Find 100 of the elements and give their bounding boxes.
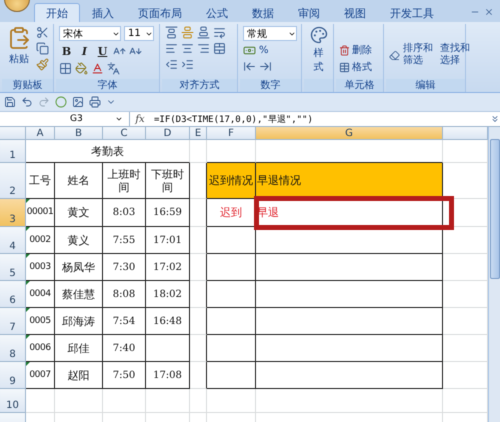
- cell-text: 上班时间: [106, 168, 142, 194]
- cell-action-button[interactable]: 删除: [339, 43, 372, 57]
- table-cell[interactable]: 17:01: [146, 227, 190, 254]
- table-cell[interactable]: 迟到: [207, 199, 256, 227]
- group-label: 对齐方式: [162, 79, 237, 92]
- formula-field[interactable]: =IF(D3<TIME(17,0,0),"早退",""): [150, 112, 490, 126]
- table-cell[interactable]: 17:08: [146, 362, 190, 389]
- table-cell[interactable]: 16:48: [146, 308, 190, 335]
- table-cell[interactable]: 7:40: [103, 335, 146, 362]
- column-header[interactable]: A: [26, 127, 55, 140]
- text-style-button[interactable]: U: [95, 44, 110, 59]
- column-header[interactable]: B: [55, 127, 103, 140]
- table-cell[interactable]: 黄文: [55, 199, 103, 227]
- cell-text: 0006: [29, 342, 51, 354]
- column-header[interactable]: D: [146, 127, 190, 140]
- table-cell[interactable]: 17:02: [146, 254, 190, 281]
- cell-text: 蔡佳慧: [62, 288, 95, 300]
- row-header[interactable]: 4: [0, 227, 26, 254]
- cell-text: 黄义: [68, 234, 90, 246]
- cell-text: 8:08: [112, 288, 136, 300]
- row-header[interactable]: 9: [0, 362, 26, 389]
- column-header[interactable]: E: [190, 127, 207, 140]
- edit-action-button[interactable]: 排序和筛选: [403, 43, 437, 67]
- table-cell[interactable]: 姓名: [55, 163, 103, 199]
- table-cell[interactable]: 黄义: [55, 227, 103, 254]
- percent-button[interactable]: %: [259, 45, 269, 56]
- group-label: 剪贴板: [2, 79, 53, 92]
- font-size-select[interactable]: 11: [124, 26, 154, 41]
- table-cell[interactable]: 7:55: [103, 227, 146, 254]
- row-header[interactable]: 7: [0, 308, 26, 335]
- ribbon-tab[interactable]: 开始: [34, 3, 80, 22]
- table-cell[interactable]: 0004: [26, 281, 55, 308]
- table-cell[interactable]: 0003: [26, 254, 55, 281]
- ribbon-tab[interactable]: 公式: [194, 3, 240, 22]
- number-format-select[interactable]: 常规: [243, 26, 297, 41]
- group-label: 单元格: [336, 79, 383, 92]
- table-cell[interactable]: 工号: [26, 163, 55, 199]
- row-header[interactable]: 8: [0, 335, 26, 362]
- cell-text: 7:40: [112, 342, 136, 354]
- table-cell[interactable]: 7:50: [103, 362, 146, 389]
- cell-text: 17:02: [153, 260, 182, 274]
- table-cell[interactable]: 迟到情况: [207, 163, 256, 199]
- table-cell[interactable]: 16:59: [146, 199, 190, 227]
- table-cell[interactable]: 8:03: [103, 199, 146, 227]
- styles-button[interactable]: 样式: [307, 26, 330, 77]
- cell-text: 工号: [29, 174, 51, 187]
- font-select[interactable]: 宋体: [59, 26, 121, 41]
- ribbon-tab[interactable]: 视图: [332, 3, 378, 22]
- table-cell[interactable]: 赵阳: [55, 362, 103, 389]
- cell-text: 17:01: [153, 234, 182, 246]
- cell-text: 8:03: [112, 206, 136, 219]
- table-cell[interactable]: 考勤表: [26, 140, 190, 163]
- cell-text: 下班时间: [150, 168, 185, 194]
- cell-action-button[interactable]: 格式: [339, 60, 372, 74]
- cell-text: 16:48: [153, 314, 182, 328]
- table-cell[interactable]: 7:54: [103, 308, 146, 335]
- table-cell[interactable]: 0002: [26, 227, 55, 254]
- cell-text: 0005: [29, 314, 51, 328]
- table-cell[interactable]: 杨凤华: [55, 254, 103, 281]
- table-cell[interactable]: 0005: [26, 308, 55, 335]
- table-cell[interactable]: 早退情况: [256, 163, 443, 199]
- table-cell[interactable]: 0006: [26, 335, 55, 362]
- group-label: 字体: [56, 79, 159, 92]
- cell-text: 杨凤华: [62, 260, 95, 274]
- column-header[interactable]: C: [103, 127, 146, 140]
- table-cell[interactable]: 早退: [256, 199, 443, 227]
- ribbon-tab[interactable]: 数据: [240, 3, 286, 22]
- row-header[interactable]: 3: [0, 199, 26, 227]
- ribbon-tab[interactable]: 开发工具: [378, 3, 446, 22]
- cell-text: 00001: [26, 206, 54, 219]
- column-header[interactable]: F: [207, 127, 256, 140]
- cell-text: 迟到: [220, 206, 242, 219]
- row-header[interactable]: 2: [0, 163, 26, 199]
- cell-text: 7:55: [112, 234, 136, 246]
- table-cell[interactable]: 蔡佳慧: [55, 281, 103, 308]
- row-header[interactable]: 6: [0, 281, 26, 308]
- table-cell[interactable]: 0007: [26, 362, 55, 389]
- table-cell[interactable]: 上班时间: [103, 163, 146, 199]
- table-cell[interactable]: 下班时间: [146, 163, 190, 199]
- ribbon-tab[interactable]: 插入: [80, 3, 126, 22]
- table-cell[interactable]: 8:08: [103, 281, 146, 308]
- ribbon-tab[interactable]: 页面布局: [126, 3, 194, 22]
- edit-action-button[interactable]: 查找和选择: [440, 43, 474, 67]
- table-cell[interactable]: 7:30: [103, 254, 146, 281]
- name-box[interactable]: G3: [0, 112, 130, 126]
- text-style-button[interactable]: I: [77, 44, 92, 59]
- cell-text: 7:30: [112, 260, 136, 274]
- text-style-button[interactable]: B: [59, 44, 74, 59]
- row-header[interactable]: 5: [0, 254, 26, 281]
- function-button[interactable]: fx: [130, 114, 150, 124]
- row-header[interactable]: 10: [0, 389, 26, 413]
- table-cell[interactable]: 邱海涛: [55, 308, 103, 335]
- ribbon-tab[interactable]: 审阅: [286, 3, 332, 22]
- row-header[interactable]: 1: [0, 140, 26, 163]
- column-header[interactable]: G: [256, 127, 443, 140]
- table-cell[interactable]: 00001: [26, 199, 55, 227]
- paste-button[interactable]: 粘贴: [5, 26, 33, 77]
- cell-text: 黄文: [68, 206, 90, 219]
- table-cell[interactable]: 邱佳: [55, 335, 103, 362]
- table-cell[interactable]: 18:02: [146, 281, 190, 308]
